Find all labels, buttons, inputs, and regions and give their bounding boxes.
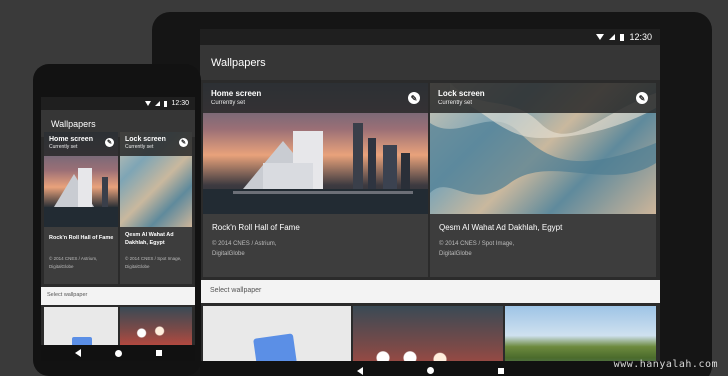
pencil-icon: ✎ [638,93,646,103]
home-card-credit-1: © 2014 CNES / Astrium, [212,241,277,247]
tablet-nav-bar [200,361,660,376]
home-card-caption: Rock'n Roll Hall of Fame [49,235,114,241]
battery-icon [620,33,625,41]
select-wallpaper-label: Select wallpaper [47,292,88,298]
page-title: Wallpapers [211,56,266,69]
phone-nav-bar [41,345,195,361]
select-wallpaper-label: Select wallpaper [210,287,262,294]
watermark: www.hanyalah.com [613,359,718,370]
home-card-caption: Rock'n Roll Hall of Fame [212,223,300,232]
home-card-header: Home screen Currently set [203,83,428,113]
page-title: Wallpapers [51,118,96,129]
wallpaper-thumb-bokeh[interactable] [120,307,192,347]
recents-icon[interactable] [497,367,504,374]
lock-edit-button[interactable]: ✎ [636,92,648,104]
lock-screen-card[interactable]: Lock screen Currently set ✎ Qesm Al Waha… [430,83,656,277]
gallery-tile[interactable] [44,307,118,347]
home-screen-card[interactable]: Home screen Currently set ✎ Rock'n Roll … [203,83,428,277]
lock-card-caption-line-1: Qesm Al Wahat Ad [125,232,174,238]
signal-icon [155,101,161,106]
lock-card-credit-2: DigitalGlobe [125,264,150,269]
status-time: 12:30 [171,100,189,107]
home-screen-card[interactable]: Home screen Currently set ✎ Rock'n Roll … [44,132,118,284]
wifi-icon [596,34,605,40]
tablet-screen: 12:30 Wallpapers Home screen Currently s… [200,29,660,376]
phone-screen: 12:30 Wallpapers Home screen Currently s… [41,97,195,361]
home-card-label: Home screen [211,89,262,98]
status-time: 12:30 [629,32,652,42]
pencil-icon: ✎ [410,93,418,103]
battery-icon [164,100,168,107]
home-icon[interactable] [114,349,122,357]
home-edit-button[interactable]: ✎ [105,138,114,147]
home-card-credit-2: DigitalGlobe [212,251,245,257]
back-icon[interactable] [356,366,363,375]
lock-card-credit-1: © 2014 CNES / Spot Image, [439,241,515,247]
app-bar: Wallpapers [200,45,660,80]
pencil-icon: ✎ [106,140,113,146]
select-wallpaper-bar: Select wallpaper [200,280,660,303]
lock-card-label: Lock screen [438,89,485,98]
lock-edit-button[interactable]: ✎ [179,138,188,147]
wifi-icon [145,101,152,106]
lock-card-caption-line-2: Dakhlah, Egypt [125,240,165,246]
signal-icon [609,34,616,40]
home-edit-button[interactable]: ✎ [408,92,420,104]
pencil-icon: ✎ [180,140,187,146]
status-bar: 12:30 [41,97,195,110]
home-icon[interactable] [426,367,434,374]
select-wallpaper-bar: Select wallpaper [41,287,195,305]
status-bar: 12:30 [200,29,660,45]
lock-screen-card[interactable]: Lock screen Currently set ✎ Qesm Al Waha… [120,132,192,284]
phone-device: 12:30 Wallpapers Home screen Currently s… [33,64,201,376]
tablet-device: 12:30 Wallpapers Home screen Currently s… [152,12,712,376]
lock-card-caption: Qesm Al Wahat Ad Dakhlah, Egypt [439,223,563,232]
lock-card-status: Currently set [438,100,473,106]
home-card-credit-1: © 2014 CNES / Astrium, [49,256,98,261]
back-icon[interactable] [74,349,81,357]
home-card-status: Currently set [211,100,246,106]
lock-card-credit-1: © 2014 CNES / Spot Image, [125,256,182,261]
recents-icon[interactable] [155,350,162,356]
lock-card-credit-2: DigitalGlobe [439,251,472,257]
lock-card-header: Lock screen Currently set [430,83,656,113]
home-card-credit-2: DigitalGlobe [49,264,74,269]
